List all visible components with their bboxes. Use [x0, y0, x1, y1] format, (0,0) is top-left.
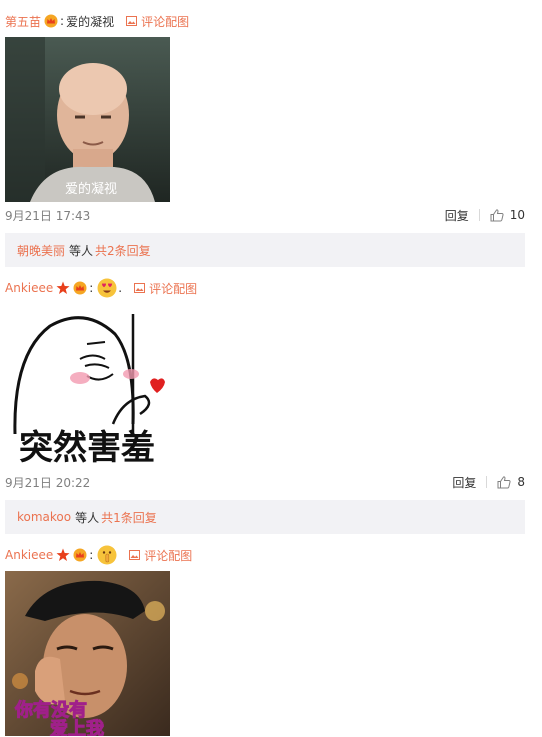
like-button[interactable]: 10 — [490, 208, 525, 222]
picture-icon — [134, 283, 146, 293]
comment-meta: 9月21日 17:43 回复 10 — [5, 207, 525, 223]
comment-actions: 回复 10 — [445, 207, 525, 224]
colon: : — [89, 281, 94, 295]
reply-user[interactable]: komakoo — [17, 510, 71, 524]
comment-picture-link[interactable]: 评论配图 — [126, 13, 189, 30]
picture-icon — [126, 16, 138, 26]
thumbs-up-icon — [497, 475, 511, 488]
star-badge-icon[interactable] — [56, 281, 70, 295]
picture-link-label: 评论配图 — [141, 14, 190, 29]
heart-eyes-emoji-icon — [97, 278, 117, 298]
comment-time: 9月21日 17:43 — [5, 208, 91, 223]
comment-header: 第五苗 : 爱的凝视 评论配图 — [5, 11, 189, 31]
reply-user[interactable]: 朝晚美丽 — [17, 242, 65, 259]
reply-summary[interactable]: 朝晚美丽 等人 共2条回复 — [5, 233, 525, 267]
colon: : — [89, 548, 94, 562]
reply-count-link[interactable]: 共1条回复 — [101, 509, 157, 526]
like-count: 8 — [517, 475, 525, 489]
reply-button[interactable]: 回复 — [445, 207, 469, 224]
reply-button[interactable]: 回复 — [452, 474, 476, 491]
member-crown-icon[interactable] — [73, 548, 87, 562]
thumbs-up-icon — [490, 208, 504, 221]
picture-link-label: 评论配图 — [144, 548, 193, 563]
like-count: 10 — [509, 208, 525, 222]
comment-username[interactable]: 第五苗 — [5, 13, 41, 30]
comment-image[interactable]: 突然害羞 — [5, 304, 170, 469]
image-caption-line1: 你有没有 — [14, 699, 87, 721]
image-caption: 突然害羞 — [19, 428, 155, 468]
comment-header: Ankieee : 评论配图 — [5, 545, 192, 565]
comment-image[interactable]: 爱的凝视 — [5, 37, 170, 202]
like-button[interactable]: 8 — [497, 475, 525, 489]
divider — [478, 209, 480, 221]
comment-picture-link[interactable]: 评论配图 — [129, 547, 192, 564]
comment-meta: 9月21日 20:22 回复 8 — [5, 474, 525, 490]
reply-summary[interactable]: komakoo 等人 共1条回复 — [5, 500, 525, 534]
picture-icon — [129, 550, 141, 560]
picture-link-label: 评论配图 — [149, 281, 198, 296]
comment-username[interactable]: Ankieee — [5, 548, 53, 562]
divider — [486, 476, 488, 488]
comment-header: Ankieee : . 评论配图 — [5, 278, 197, 298]
comment-time: 9月21日 20:22 — [5, 475, 91, 490]
star-badge-icon[interactable] — [56, 548, 70, 562]
reply-count-link[interactable]: 共2条回复 — [95, 242, 151, 259]
comment-picture-link[interactable]: 评论配图 — [134, 280, 197, 297]
image-caption-line2: 爱上我 — [50, 719, 104, 736]
comment-text: 爱的凝视 — [66, 14, 115, 29]
colon: : — [60, 14, 65, 28]
member-crown-icon[interactable] — [73, 281, 87, 295]
comment-actions: 回复 8 — [452, 474, 525, 491]
member-crown-icon[interactable] — [44, 14, 58, 28]
comment-username[interactable]: Ankieee — [5, 281, 53, 295]
shush-emoji-icon — [97, 545, 117, 565]
reply-middle-text: 等人 — [75, 510, 100, 525]
comment-text: . — [118, 281, 123, 295]
image-caption: 爱的凝视 — [65, 181, 117, 197]
comment-image[interactable]: 你有没有 爱上我 — [5, 571, 170, 736]
reply-middle-text: 等人 — [69, 243, 94, 258]
